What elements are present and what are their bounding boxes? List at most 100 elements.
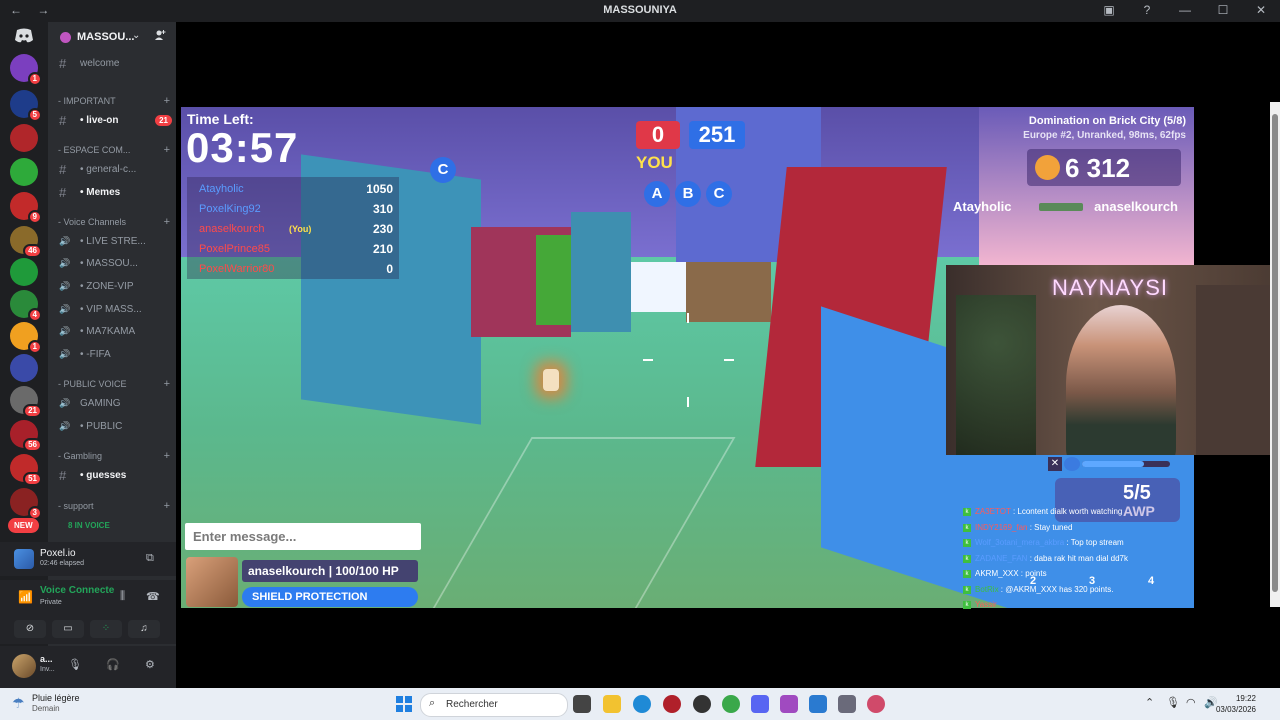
text-channel[interactable]: # • guesses <box>56 466 172 486</box>
add-channel-icon[interactable]: + <box>164 95 170 107</box>
noise-suppression-icon[interactable]: ⫼ <box>120 590 125 603</box>
inbox-icon[interactable]: ▣ <box>1100 3 1118 17</box>
server-icon[interactable] <box>10 354 38 382</box>
camera-icon[interactable]: ⊘ <box>14 620 46 638</box>
app-icon[interactable] <box>809 695 827 713</box>
window-title: MASSOUNIYA <box>603 4 677 16</box>
server-icon[interactable]: 4 <box>10 290 42 322</box>
server-icon[interactable]: 51 <box>10 454 42 486</box>
channel-category[interactable]: - ESPACE COM... + <box>58 144 172 156</box>
app-icon[interactable] <box>780 695 798 713</box>
add-channel-icon[interactable]: + <box>164 144 170 156</box>
task-view-icon[interactable] <box>573 695 591 713</box>
headphones-icon[interactable]: 🎧 <box>106 658 120 671</box>
wifi-icon[interactable]: ◠ <box>1186 696 1196 709</box>
help-icon[interactable]: ? <box>1138 3 1156 17</box>
voice-channel[interactable]: 🔊 • ZONE-VIP <box>56 277 172 297</box>
crosshair <box>687 397 689 407</box>
channel-label: • live-on <box>80 115 119 126</box>
microphone-icon[interactable]: 🎙 <box>68 658 82 671</box>
signal-icon[interactable]: 📶 <box>18 590 33 604</box>
voice-channel[interactable]: 🔊 • PUBLIC <box>56 417 172 437</box>
activities-icon[interactable]: ⁘ <box>90 620 122 638</box>
server-icon[interactable]: 1 <box>10 322 42 354</box>
voice-channel[interactable]: 🔊 • VIP MASS... <box>56 300 172 320</box>
game-block <box>571 212 631 332</box>
server-icon[interactable] <box>10 124 38 152</box>
tray-chevron-icon[interactable]: ⌃ <box>1145 696 1154 709</box>
game-icon <box>14 549 34 569</box>
windows-start-icon[interactable] <box>396 696 412 712</box>
add-channel-icon[interactable]: + <box>164 216 170 228</box>
edge-icon[interactable] <box>633 695 651 713</box>
maximize-button[interactable]: ☐ <box>1214 3 1232 17</box>
text-channel[interactable]: # welcome <box>56 54 172 74</box>
obs-icon[interactable] <box>693 695 711 713</box>
add-channel-icon[interactable]: + <box>164 378 170 390</box>
voice-channel[interactable]: 🔊 GAMING <box>56 394 172 414</box>
server-icon[interactable] <box>10 158 38 186</box>
taskbar-search[interactable]: ⌕ Rechercher <box>420 693 568 717</box>
opera-icon[interactable] <box>663 695 681 713</box>
voice-channel[interactable]: 🔊 • MASSOU... <box>56 254 172 274</box>
chat-username: AKRM_XXX <box>975 569 1019 578</box>
voice-channel[interactable]: 🔊 • -FIFA <box>56 345 172 365</box>
text-channel[interactable]: # • general-c... <box>56 160 172 180</box>
server-icon[interactable]: 56 <box>10 420 42 452</box>
guild-header[interactable]: MASSOU... ⌄ <box>48 22 176 54</box>
screen-share-icon[interactable]: ▭ <box>52 620 84 638</box>
close-icon[interactable]: ✕ <box>1048 457 1062 471</box>
app-icon[interactable] <box>867 695 885 713</box>
in-voice-indicator[interactable]: 8 IN VOICE <box>56 517 172 537</box>
settings-gear-icon[interactable]: ⚙ <box>145 658 155 671</box>
add-channel-icon[interactable]: + <box>164 500 170 512</box>
channel-category[interactable]: - Gambling + <box>58 450 172 462</box>
channel-label: • VIP MASS... <box>80 304 142 315</box>
chat-placeholder: Enter message... <box>193 529 297 544</box>
chat-message-input[interactable]: Enter message... <box>185 523 421 550</box>
add-member-icon[interactable] <box>154 29 166 44</box>
channel-category[interactable]: - PUBLIC VOICE + <box>58 378 172 390</box>
voice-channel[interactable]: 🔊 • MA7KAMA <box>56 322 172 342</box>
discord-icon[interactable] <box>10 28 38 48</box>
server-icon[interactable]: 9 <box>10 192 42 224</box>
slot-4[interactable]: 4 <box>1148 575 1154 587</box>
channel-category[interactable]: - support + <box>58 500 172 512</box>
slot-3[interactable]: 3 <box>1089 575 1095 587</box>
voice-channel[interactable]: Private <box>40 599 62 606</box>
channel-category[interactable]: - Voice Channels + <box>58 216 172 228</box>
slot-2[interactable]: 2 <box>1030 575 1036 587</box>
file-explorer-icon[interactable] <box>603 695 621 713</box>
server-icon[interactable] <box>10 258 38 286</box>
text-channel[interactable]: # • Memes <box>56 183 172 203</box>
server-icon[interactable]: 1 <box>10 54 42 86</box>
text-channel[interactable]: # • live-on 21 <box>56 111 172 131</box>
taskbar-clock[interactable]: 19:22 03/03/2026 <box>1216 693 1256 715</box>
discord-taskbar-icon[interactable] <box>751 695 769 713</box>
activity-elapsed: 02:46 elapsed <box>40 560 84 567</box>
add-channel-icon[interactable]: + <box>164 450 170 462</box>
server-icon[interactable]: 21 <box>10 386 42 418</box>
minimize-button[interactable]: — <box>1176 3 1194 17</box>
voice-channel[interactable]: 🔊 • LIVE STRE... <box>56 232 172 252</box>
server-icon[interactable]: 5 <box>10 90 42 122</box>
server-icon[interactable]: 46 <box>10 226 42 258</box>
popout-icon[interactable]: ⧉ <box>146 552 154 565</box>
close-button[interactable]: ✕ <box>1252 3 1270 17</box>
soundboard-icon[interactable]: ♫ <box>128 620 160 638</box>
enemy-player[interactable] <box>543 369 559 391</box>
chevron-down-icon[interactable]: ⌄ <box>132 30 140 41</box>
player-health-text: anaselkourch | 100/100 HP <box>248 564 399 578</box>
channel-category[interactable]: - IMPORTANT + <box>58 95 172 107</box>
settings-icon[interactable] <box>838 695 856 713</box>
server-icon[interactable]: 3 <box>10 488 42 520</box>
chrome-icon[interactable] <box>722 695 740 713</box>
disconnect-icon[interactable]: ☎ <box>146 590 160 603</box>
scrollbar[interactable] <box>1270 102 1280 607</box>
avatar[interactable] <box>12 654 36 678</box>
microphone-tray-icon[interactable]: 🎙 <box>1166 696 1180 709</box>
voice-connection-panel: 📶 Voice Connecte Private ⫼ ☎ <box>0 580 176 616</box>
mention-badge: 21 <box>155 115 172 126</box>
scrollbar-thumb[interactable] <box>1272 114 1278 592</box>
new-badge[interactable]: NEW <box>8 518 39 533</box>
